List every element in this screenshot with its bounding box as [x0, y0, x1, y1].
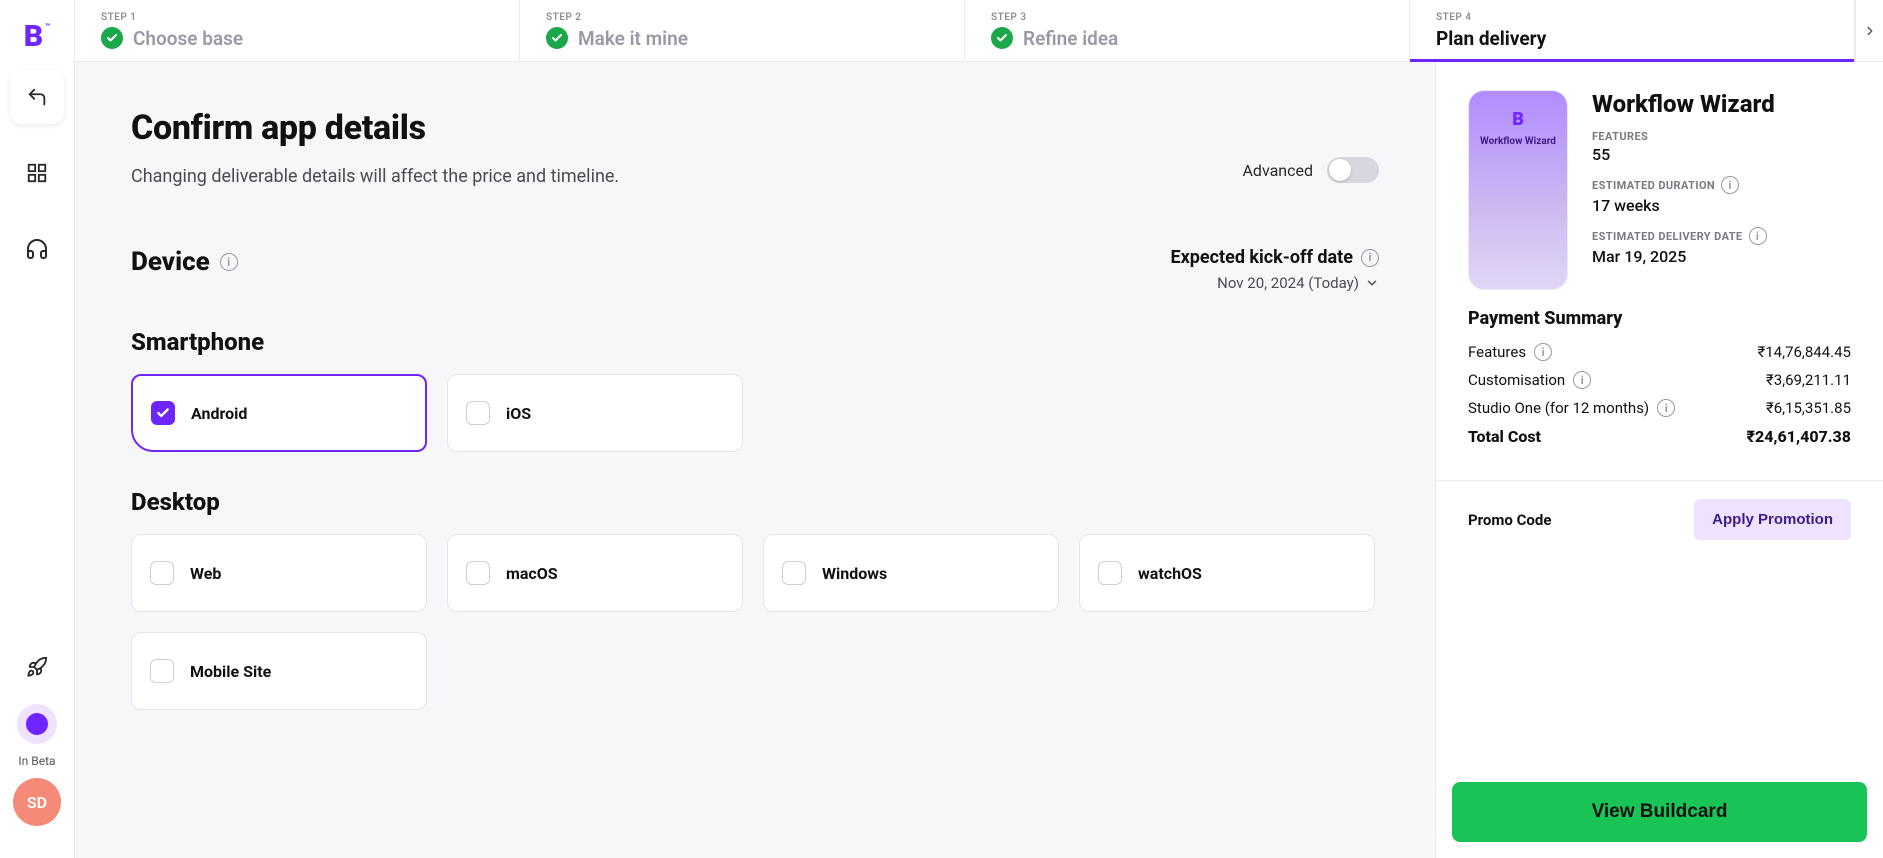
- kickoff-date-value: Nov 20, 2024 (Today): [1217, 274, 1359, 292]
- device-option-ios[interactable]: iOS: [447, 374, 743, 452]
- duration-value: 17 weeks: [1592, 196, 1851, 215]
- summary-panel: B Workflow Wizard Workflow Wizard FEATUR…: [1435, 62, 1883, 858]
- payment-summary-heading: Payment Summary: [1468, 308, 1851, 329]
- step-num: STEP 3: [991, 12, 1383, 23]
- step-title: Choose base: [133, 27, 243, 50]
- beta-label: In Beta: [18, 754, 55, 768]
- checkbox-icon: [466, 561, 490, 585]
- features-label: FEATURES: [1592, 130, 1851, 143]
- device-option-label: iOS: [506, 404, 531, 423]
- rocket-button[interactable]: [10, 640, 64, 694]
- device-option-web[interactable]: Web: [131, 534, 427, 612]
- checkbox-icon: [1098, 561, 1122, 585]
- payment-row-features: Featuresi ₹14,76,844.45: [1468, 343, 1851, 361]
- apply-promotion-button[interactable]: Apply Promotion: [1694, 499, 1851, 540]
- payment-value: ₹6,15,351.85: [1766, 399, 1851, 417]
- checkbox-icon: [466, 401, 490, 425]
- step-make-it-mine[interactable]: STEP 2 Make it mine: [520, 0, 965, 61]
- rocket-icon: [26, 656, 48, 678]
- device-option-label: macOS: [506, 564, 558, 583]
- undo-icon: [26, 86, 48, 108]
- checkbox-icon: [150, 561, 174, 585]
- chevron-right-icon: [1863, 24, 1877, 38]
- chevron-down-icon: [1365, 276, 1379, 290]
- step-choose-base[interactable]: STEP 1 Choose base: [75, 0, 520, 61]
- brand-logo: B™: [17, 16, 57, 56]
- device-option-label: Mobile Site: [190, 662, 271, 681]
- info-icon[interactable]: i: [1361, 249, 1379, 267]
- support-button[interactable]: [10, 222, 64, 276]
- step-plan-delivery[interactable]: STEP 4 Plan delivery: [1410, 0, 1855, 61]
- summary-app-name: Workflow Wizard: [1592, 90, 1851, 118]
- check-circle-icon: [546, 27, 568, 49]
- features-value: 55: [1592, 145, 1851, 164]
- advanced-label: Advanced: [1242, 161, 1313, 180]
- grid-icon: [26, 162, 48, 184]
- payment-row-customisation: Customisationi ₹3,69,211.11: [1468, 371, 1851, 389]
- stepper: STEP 1 Choose base STEP 2 Make it mine S…: [75, 0, 1883, 62]
- payment-row-total: Total Cost ₹24,61,407.38: [1468, 427, 1851, 446]
- device-option-android[interactable]: Android: [131, 374, 427, 452]
- info-icon[interactable]: i: [1573, 371, 1591, 389]
- main-content: Confirm app details Changing deliverable…: [75, 62, 1435, 858]
- desktop-heading: Desktop: [131, 488, 1379, 516]
- undo-button[interactable]: [10, 70, 64, 124]
- kickoff-label: Expected kick-off date i: [1171, 247, 1380, 268]
- smartphone-heading: Smartphone: [131, 328, 1379, 356]
- device-option-mobile-site[interactable]: Mobile Site: [131, 632, 427, 710]
- device-option-label: Web: [190, 564, 221, 583]
- step-title: Make it mine: [578, 27, 688, 50]
- payment-value: ₹14,76,844.45: [1758, 343, 1852, 361]
- payment-total-value: ₹24,61,407.38: [1747, 427, 1851, 446]
- check-circle-icon: [101, 27, 123, 49]
- app-preview-mock: B Workflow Wizard: [1468, 90, 1568, 290]
- device-option-windows[interactable]: Windows: [763, 534, 1059, 612]
- step-title: Refine idea: [1023, 27, 1118, 50]
- stepper-next-button[interactable]: [1855, 0, 1883, 61]
- device-option-label: Android: [191, 404, 247, 423]
- duration-label: ESTIMATED DURATION i: [1592, 176, 1851, 194]
- checkbox-icon: [150, 659, 174, 683]
- step-title: Plan delivery: [1436, 27, 1546, 50]
- sidebar: B™ In Beta SD: [0, 0, 75, 858]
- device-heading: Device i: [131, 247, 238, 277]
- view-buildcard-button[interactable]: View Buildcard: [1452, 782, 1867, 842]
- info-icon[interactable]: i: [220, 253, 238, 271]
- user-avatar[interactable]: SD: [13, 778, 61, 826]
- step-num: STEP 1: [101, 12, 493, 23]
- device-option-macos[interactable]: macOS: [447, 534, 743, 612]
- info-icon[interactable]: i: [1721, 176, 1739, 194]
- advanced-toggle[interactable]: [1327, 157, 1379, 183]
- step-num: STEP 2: [546, 12, 938, 23]
- kickoff-date-picker[interactable]: Nov 20, 2024 (Today): [1171, 274, 1380, 292]
- check-circle-icon: [991, 27, 1013, 49]
- checkbox-icon: [782, 561, 806, 585]
- apps-grid-button[interactable]: [10, 146, 64, 200]
- info-icon[interactable]: i: [1657, 399, 1675, 417]
- promo-label: Promo Code: [1468, 511, 1551, 529]
- payment-row-studio-one: Studio One (for 12 months)i ₹6,15,351.85: [1468, 399, 1851, 417]
- device-option-label: Windows: [822, 564, 887, 583]
- device-option-watchos[interactable]: watchOS: [1079, 534, 1375, 612]
- beta-indicator: [17, 704, 57, 744]
- page-title: Confirm app details: [131, 108, 1379, 148]
- delivery-label: ESTIMATED DELIVERY DATE i: [1592, 227, 1851, 245]
- delivery-value: Mar 19, 2025: [1592, 247, 1851, 266]
- payment-value: ₹3,69,211.11: [1766, 371, 1851, 389]
- headset-icon: [25, 237, 49, 261]
- device-option-label: watchOS: [1138, 564, 1202, 583]
- step-refine-idea[interactable]: STEP 3 Refine idea: [965, 0, 1410, 61]
- info-icon[interactable]: i: [1534, 343, 1552, 361]
- checkbox-icon: [151, 401, 175, 425]
- step-num: STEP 4: [1436, 12, 1828, 23]
- info-icon[interactable]: i: [1749, 227, 1767, 245]
